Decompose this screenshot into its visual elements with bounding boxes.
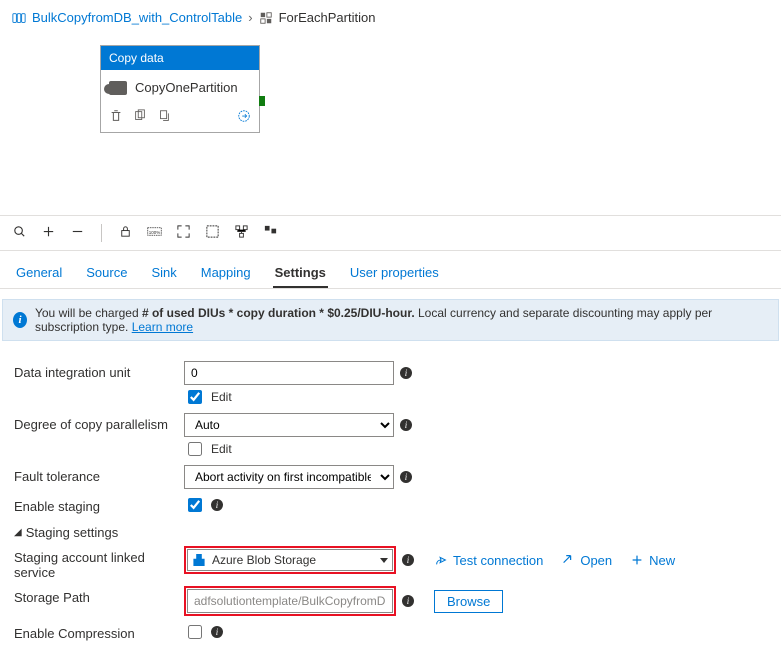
info-icon[interactable]: i [400, 367, 412, 379]
parallelism-label: Degree of copy parallelism [14, 413, 184, 432]
new-button[interactable]: New [630, 553, 675, 568]
pipeline-icon [12, 11, 26, 25]
svg-text:100%: 100% [149, 230, 161, 235]
chevron-down-icon [380, 558, 388, 563]
diu-label: Data integration unit [14, 361, 184, 380]
breadcrumb-parent[interactable]: BulkCopyfromDB_with_ControlTable [32, 10, 242, 25]
parallelism-edit-label: Edit [211, 442, 232, 456]
fit-screen-icon[interactable] [176, 224, 191, 242]
info-icon[interactable]: i [402, 595, 414, 607]
diu-edit-checkbox[interactable] [188, 390, 202, 404]
breadcrumb: BulkCopyfromDB_with_ControlTable › ForEa… [0, 0, 781, 35]
property-tabs: General Source Sink Mapping Settings Use… [0, 251, 781, 289]
info-icon[interactable]: i [211, 626, 223, 638]
staging-label: Enable staging [14, 495, 184, 514]
storage-path-input[interactable] [187, 589, 393, 613]
banner-bold: # of used DIUs * copy duration * $0.25/D… [142, 306, 415, 320]
delete-icon[interactable] [109, 109, 123, 126]
tab-mapping[interactable]: Mapping [199, 259, 253, 288]
browse-button[interactable]: Browse [434, 590, 503, 613]
open-button[interactable]: Open [561, 553, 612, 568]
fullscreen-icon[interactable] [205, 224, 220, 242]
info-icon[interactable]: i [402, 554, 414, 566]
pricing-banner: i You will be charged # of used DIUs * c… [2, 299, 779, 341]
highlight-box [184, 586, 396, 616]
banner-prefix: You will be charged [35, 306, 142, 320]
parallelism-select[interactable]: Auto [184, 413, 394, 437]
tab-user-properties[interactable]: User properties [348, 259, 441, 288]
info-icon[interactable]: i [400, 419, 412, 431]
zoom-in-icon[interactable] [41, 224, 56, 242]
linked-service-label: Staging account linked service [14, 546, 184, 580]
tab-sink[interactable]: Sink [149, 259, 178, 288]
search-icon[interactable] [12, 224, 27, 242]
fault-label: Fault tolerance [14, 465, 184, 484]
layout-icon[interactable] [234, 224, 249, 242]
activity-name: CopyOnePartition [135, 80, 238, 95]
copy-icon[interactable] [157, 109, 171, 126]
linked-service-select[interactable]: Azure Blob Storage [187, 549, 393, 571]
zoom-out-icon[interactable] [70, 224, 85, 242]
align-icon[interactable] [263, 224, 278, 242]
tab-source[interactable]: Source [84, 259, 129, 288]
highlight-box: Azure Blob Storage [184, 546, 396, 574]
compression-label: Enable Compression [14, 622, 184, 641]
success-connector[interactable] [259, 96, 265, 106]
info-icon[interactable]: i [211, 499, 223, 511]
lock-icon[interactable] [118, 224, 133, 242]
clone-icon[interactable] [133, 109, 147, 126]
compression-checkbox[interactable] [188, 625, 202, 639]
activity-copy-data[interactable]: Copy data CopyOnePartition [100, 45, 260, 133]
test-connection-button[interactable]: Test connection [434, 553, 543, 568]
blob-storage-icon [192, 554, 206, 566]
learn-more-link[interactable]: Learn more [132, 320, 193, 334]
tab-general[interactable]: General [14, 259, 64, 288]
activity-type-label: Copy data [101, 46, 259, 70]
breadcrumb-sep: › [248, 10, 252, 25]
database-icon [109, 81, 127, 95]
info-icon: i [13, 312, 27, 328]
staging-settings-header[interactable]: ◢ Staging settings [14, 525, 767, 540]
parallelism-edit-checkbox[interactable] [188, 442, 202, 456]
debug-icon[interactable] [237, 109, 251, 126]
diu-input[interactable] [184, 361, 394, 385]
tab-settings[interactable]: Settings [273, 259, 328, 288]
fault-select[interactable]: Abort activity on first incompatible row [184, 465, 394, 489]
pipeline-canvas[interactable]: Copy data CopyOnePartition [100, 45, 781, 205]
canvas-toolbar: 100% [0, 215, 781, 251]
linked-service-value: Azure Blob Storage [212, 553, 316, 567]
foreach-icon [259, 11, 273, 25]
fit-100-icon[interactable]: 100% [147, 224, 162, 242]
collapse-caret-icon: ◢ [14, 527, 22, 538]
diu-edit-label: Edit [211, 390, 232, 404]
settings-form: Data integration unit i Edit Degree of c… [0, 351, 781, 652]
staging-checkbox[interactable] [188, 498, 202, 512]
info-icon[interactable]: i [400, 471, 412, 483]
breadcrumb-current: ForEachPartition [279, 10, 376, 25]
